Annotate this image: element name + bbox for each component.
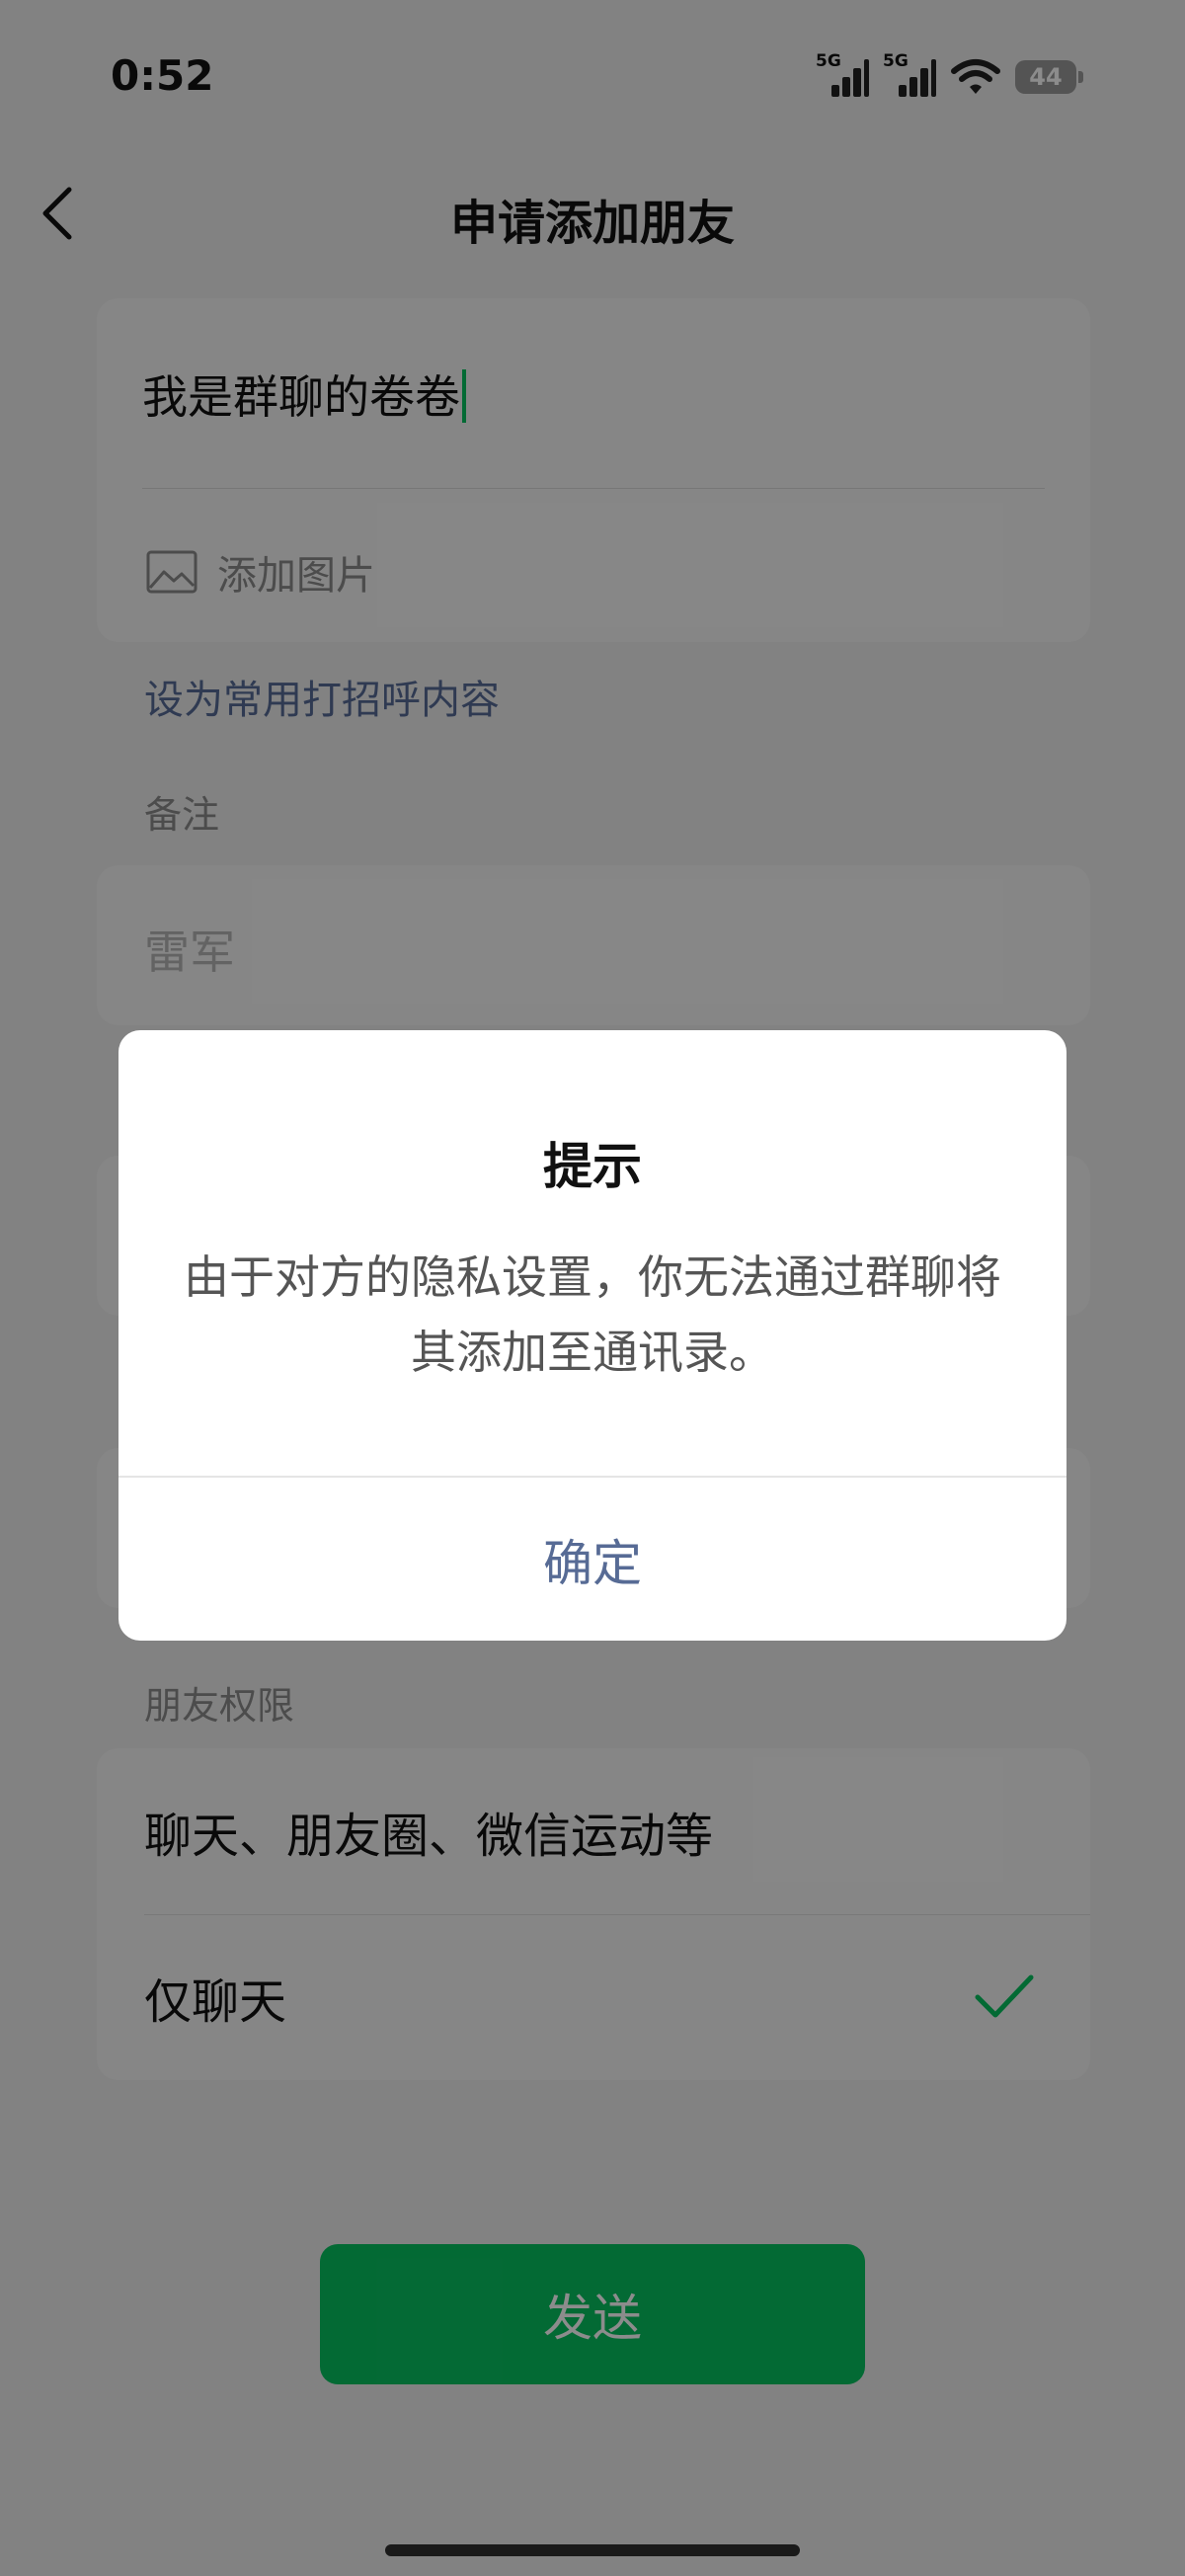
confirm-button[interactable]: 确定 [118, 1478, 1066, 1641]
home-indicator[interactable] [385, 2544, 800, 2556]
dialog-message: 由于对方的隐私设置，你无法通过群聊将其添加至通讯录。 [184, 1250, 1001, 1379]
alert-dialog: 提示 由于对方的隐私设置，你无法通过群聊将其添加至通讯录。 确定 [118, 1030, 1066, 1641]
dialog-title: 提示 [543, 1138, 642, 1195]
